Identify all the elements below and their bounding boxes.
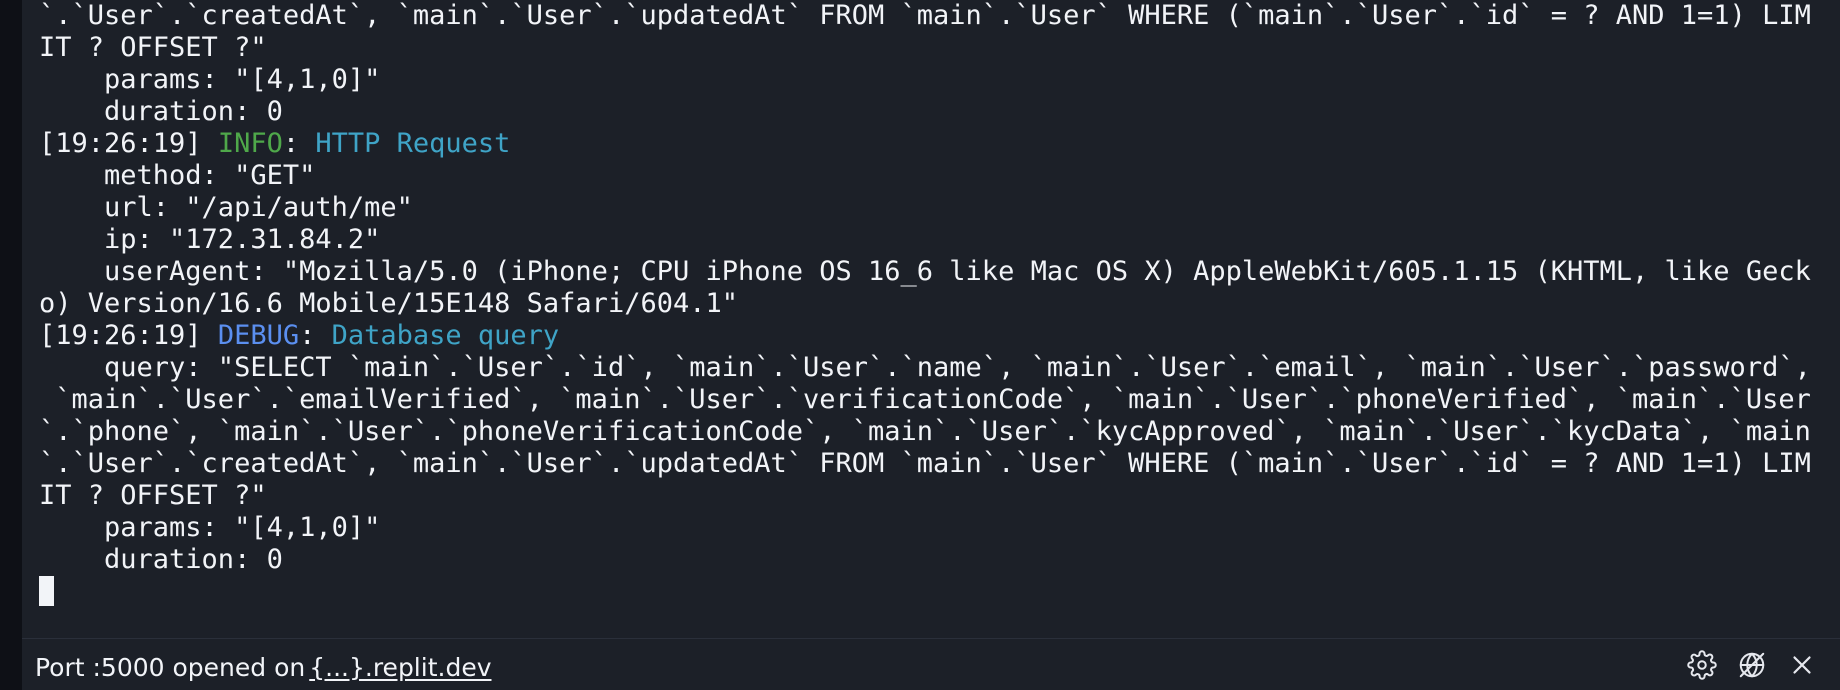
log-text: duration: 0 [39,96,283,127]
terminal-line: ip: "172.31.84.2" [39,224,1827,256]
log-text: `.`phone`, `main`.`User`.`phoneVerificat… [39,416,1811,447]
terminal-line: [19:26:19] DEBUG: Database query [39,320,1827,352]
log-level-debug: DEBUG [217,320,300,351]
terminal-line: [19:26:19] INFO: HTTP Request [39,128,1827,160]
terminal-line: query: "SELECT `main`.`User`.`id`, `main… [39,352,1827,384]
terminal-line: o) Version/16.6 Mobile/15E148 Safari/604… [39,288,1827,320]
log-text: `.`User`.`createdAt`, `main`.`User`.`upd… [39,448,1811,479]
log-text: url: "/api/auth/me" [39,192,413,223]
port-status-bar: Port :5000 opened on {...}.replit.dev [22,638,1840,690]
log-text: : [282,128,316,159]
terminal-log: `.`phone`, `main`.`User`.`phoneVerificat… [39,0,1827,608]
terminal-line: userAgent: "Mozilla/5.0 (iPhone; CPU iPh… [39,256,1827,288]
left-edge-strip [0,0,22,690]
terminal-line: IT ? OFFSET ?" [39,32,1827,64]
log-text: params: "[4,1,0]" [39,64,381,95]
status-actions [1686,649,1818,681]
terminal-line: duration: 0 [39,544,1827,576]
log-text: o) Version/16.6 Mobile/15E148 Safari/604… [39,288,738,319]
log-text: userAgent: "Mozilla/5.0 (iPhone; CPU iPh… [39,256,1811,287]
terminal-line: duration: 0 [39,96,1827,128]
terminal-line: method: "GET" [39,160,1827,192]
no-preview-icon[interactable] [1736,649,1768,681]
terminal-line: `.`User`.`createdAt`, `main`.`User`.`upd… [39,0,1827,32]
terminal-prompt-line [39,576,1827,608]
log-message: HTTP Request [315,128,511,159]
port-status-text: Port :5000 opened on [35,653,306,682]
log-text: method: "GET" [39,160,316,191]
terminal-line: IT ? OFFSET ?" [39,480,1827,512]
port-status-message: Port :5000 opened on {...}.replit.dev [35,653,492,683]
terminal-line: `.`phone`, `main`.`User`.`phoneVerificat… [39,416,1827,448]
log-text: [19:26:19] [39,128,218,159]
log-level-info: INFO [217,128,283,159]
log-text: IT ? OFFSET ?" [39,32,267,63]
terminal-output[interactable]: `.`phone`, `main`.`User`.`phoneVerificat… [22,0,1840,638]
log-text: query: "SELECT `main`.`User`.`id`, `main… [39,352,1811,383]
log-text: params: "[4,1,0]" [39,512,381,543]
replit-dev-link[interactable]: {...}.replit.dev [309,653,491,682]
log-text: : [299,320,332,351]
terminal-line: `main`.`User`.`emailVerified`, `main`.`U… [39,384,1827,416]
terminal-line: `.`User`.`createdAt`, `main`.`User`.`upd… [39,448,1827,480]
log-text: `.`User`.`createdAt`, `main`.`User`.`upd… [39,0,1811,31]
log-text: duration: 0 [39,544,283,575]
terminal-line: params: "[4,1,0]" [39,64,1827,96]
log-text: IT ? OFFSET ?" [39,480,267,511]
close-icon[interactable] [1786,649,1818,681]
log-message: Database query [331,320,560,351]
log-text: ip: "172.31.84.2" [39,224,381,255]
log-text: `main`.`User`.`emailVerified`, `main`.`U… [39,384,1811,415]
terminal-cursor [39,576,54,606]
log-text: [19:26:19] [39,320,218,351]
gear-icon[interactable] [1686,649,1718,681]
terminal-line: params: "[4,1,0]" [39,512,1827,544]
terminal-line: url: "/api/auth/me" [39,192,1827,224]
